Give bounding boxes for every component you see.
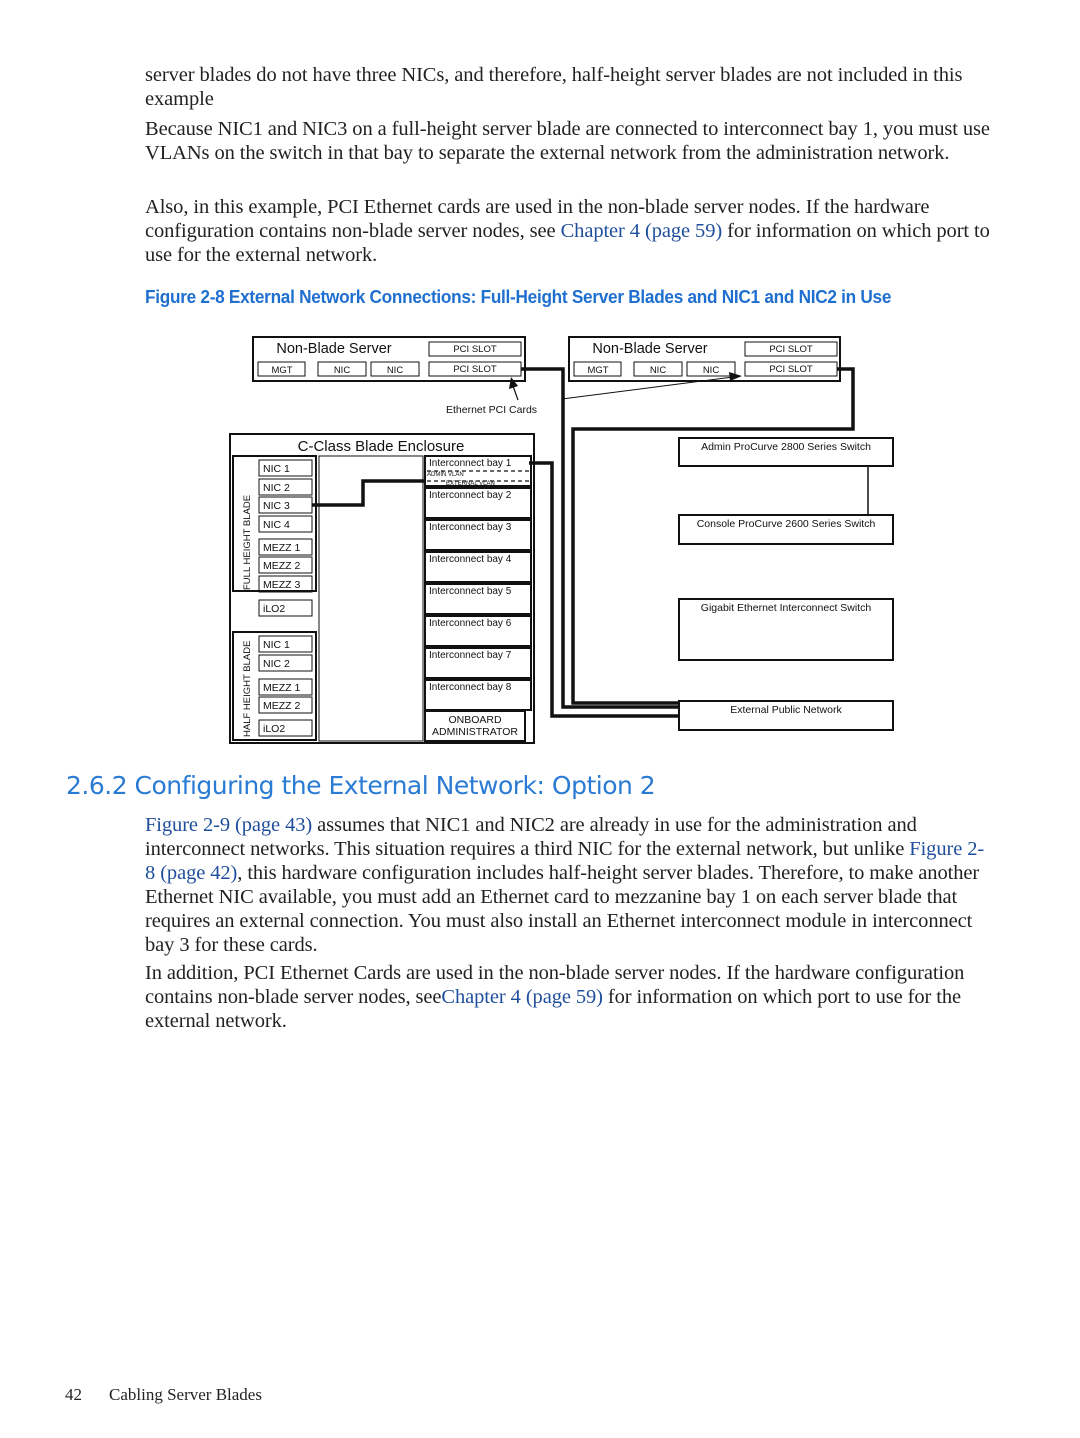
bay-label: Interconnect bay 3 [429,522,512,533]
port-label: NIC 4 [263,519,290,531]
pci-slot-label: PCI SLOT [769,364,812,375]
bay-label: Interconnect bay 8 [429,682,512,693]
figure-link[interactable]: Figure 2-9 [145,814,230,836]
page-number: 42 [65,1385,82,1404]
admin-switch-label: Admin ProCurve 2800 Series Switch [701,441,871,453]
paragraph: In addition, PCI Ethernet Cards are used… [145,961,990,1033]
mgt-label: MGT [587,365,608,376]
bay-label: Interconnect bay 6 [429,618,512,629]
port-label: NIC 2 [263,658,290,670]
ethernet-pci-cards-label: Ethernet PCI Cards [446,404,537,416]
port-label: iLO2 [263,723,285,735]
server-title: Non-Blade Server [276,341,391,357]
nic-label: NIC [334,365,351,376]
external-network-label: External Public Network [730,704,842,716]
gigabit-switch-label: Gigabit Ethernet Interconnect Switch [701,602,872,614]
mgt-label: MGT [271,365,292,376]
section-heading: 2.6.2 Configuring the External Network: … [66,771,656,800]
console-switch-label: Console ProCurve 2600 Series Switch [697,518,876,530]
page-link[interactable]: (page 43) [235,814,312,836]
port-label: MEZZ 1 [263,542,300,554]
footer-chapter: Cabling Server Blades [109,1385,262,1404]
port-label: NIC 3 [263,500,290,512]
page-link[interactable]: (page 59) [526,986,603,1008]
enclosure-title: C-Class Blade Enclosure [298,438,465,455]
port-label: NIC 1 [263,463,290,475]
page-link[interactable]: (page 42) [160,862,237,884]
admin-vlan-label: ADMIN VLAN [427,472,464,478]
nic-label: NIC [387,365,404,376]
port-label: NIC 2 [263,482,290,494]
bay-label: Interconnect bay 7 [429,650,512,661]
full-height-label: FULL HEIGHT BLADE [242,495,253,590]
port-label: NIC 1 [263,639,290,651]
bay-label: Interconnect bay 1 [429,458,512,469]
text: , this hardware configuration includes h… [145,862,980,956]
nic-label: NIC [650,365,667,376]
port-label: MEZZ 2 [263,700,300,712]
bay-label: Interconnect bay 5 [429,586,512,597]
external-vlan-label: EXTERNAL VLAN [446,481,495,487]
port-label: MEZZ 2 [263,560,300,572]
server-title: Non-Blade Server [592,341,707,357]
port-label: MEZZ 1 [263,682,300,694]
nic-label: NIC [703,365,720,376]
paragraph: Figure 2-9 (page 43) assumes that NIC1 a… [145,813,990,957]
administrator-label: ADMINISTRATOR [432,726,518,738]
half-height-label: HALF HEIGHT BLADE [242,641,253,737]
pci-slot-label: PCI SLOT [769,344,812,355]
port-label: iLO2 [263,603,285,615]
port-label: MEZZ 3 [263,579,300,591]
chapter-link[interactable]: Chapter 4 [441,986,520,1008]
bay-label: Interconnect bay 4 [429,554,512,565]
network-diagram: Non-Blade Server PCI SLOT PCI SLOT MGT N… [229,336,894,744]
bay-label: Interconnect bay 2 [429,490,512,501]
pci-slot-label: PCI SLOT [453,344,496,355]
pci-slot-label: PCI SLOT [453,364,496,375]
onboard-label: ONBOARD [448,714,502,726]
